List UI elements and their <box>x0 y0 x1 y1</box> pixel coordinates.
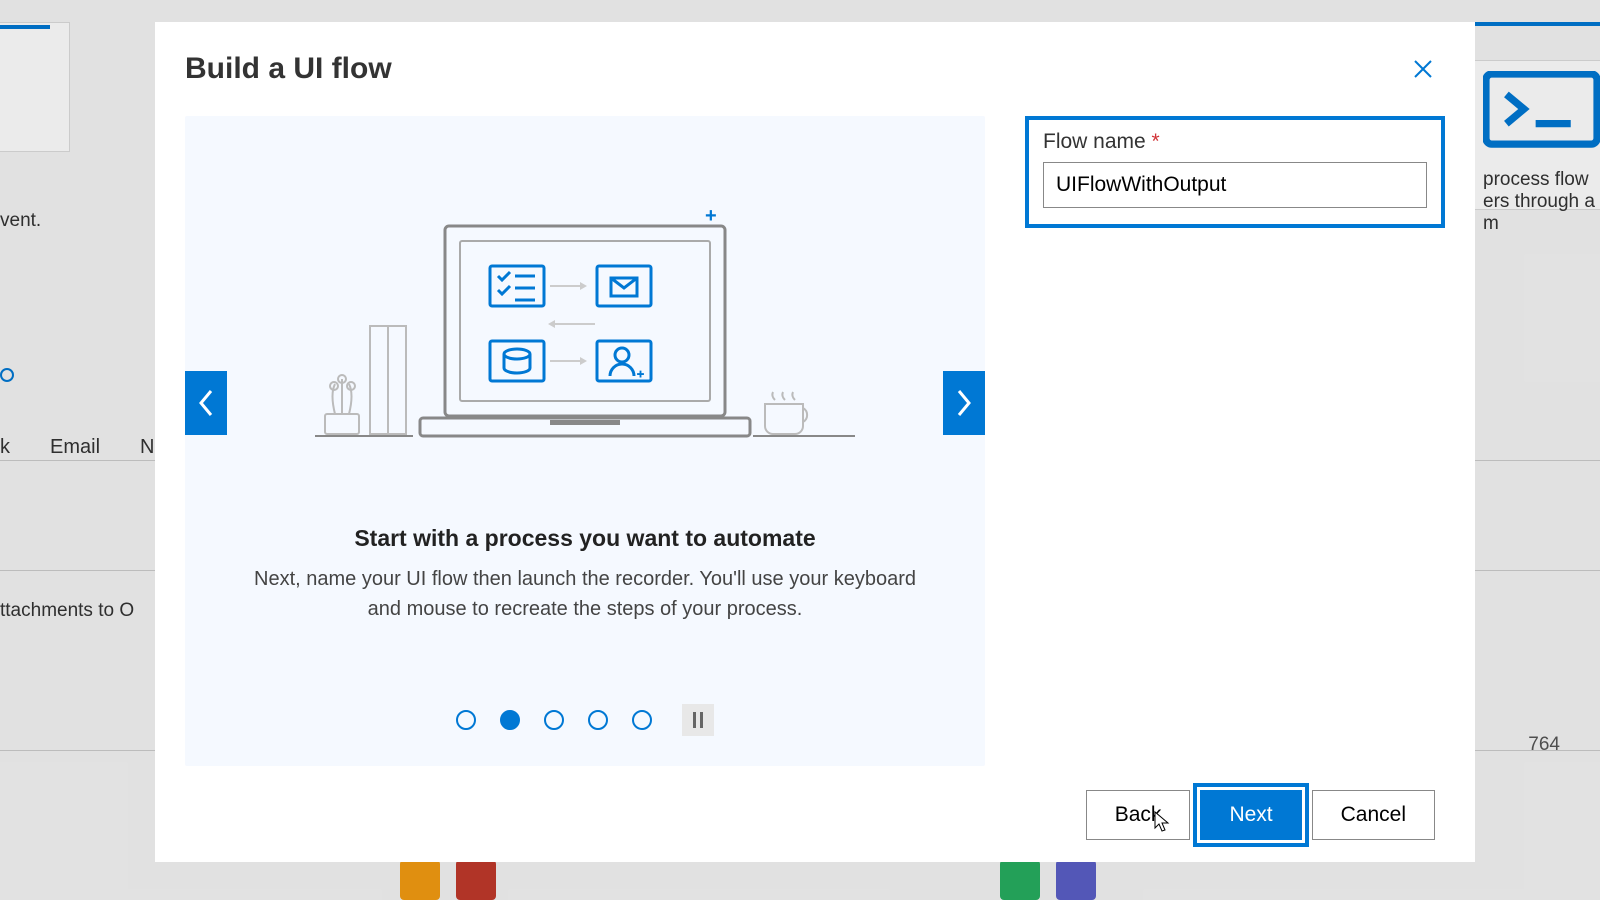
chevron-left-icon <box>197 389 215 417</box>
carousel-next-button[interactable] <box>943 371 985 435</box>
next-button[interactable]: Next <box>1200 790 1301 840</box>
chevron-right-icon <box>955 389 973 417</box>
carousel-dot-1[interactable] <box>456 710 476 730</box>
back-button[interactable]: Back <box>1086 790 1191 840</box>
laptop-illustration-icon: + <box>315 196 855 456</box>
flow-name-label: Flow name * <box>1043 130 1427 154</box>
flow-name-input[interactable] <box>1043 162 1427 208</box>
carousel: + <box>185 116 985 766</box>
build-ui-flow-modal: Build a UI flow <box>155 22 1475 862</box>
close-icon <box>1411 57 1435 81</box>
carousel-dot-5[interactable] <box>632 710 652 730</box>
carousel-subtext: Next, name your UI flow then launch the … <box>245 564 925 624</box>
flow-name-field-group: Flow name * <box>1025 116 1445 228</box>
cancel-button[interactable]: Cancel <box>1312 790 1435 840</box>
svg-text:+: + <box>705 205 717 227</box>
carousel-illustration: + <box>185 136 985 515</box>
svg-text:+: + <box>637 367 644 381</box>
carousel-pause-button[interactable] <box>682 704 714 736</box>
carousel-prev-button[interactable] <box>185 371 227 435</box>
carousel-dot-3[interactable] <box>544 710 564 730</box>
form-panel: Flow name * <box>1025 116 1445 766</box>
cursor-icon <box>1153 810 1173 834</box>
carousel-dot-2[interactable] <box>500 710 520 730</box>
modal-header: Build a UI flow <box>155 22 1475 96</box>
carousel-text: Start with a process you want to automat… <box>185 515 985 654</box>
pause-icon <box>692 712 704 728</box>
required-mark: * <box>1152 130 1160 153</box>
close-button[interactable] <box>1411 57 1435 81</box>
carousel-dot-4[interactable] <box>588 710 608 730</box>
modal-footer: Back Next Cancel <box>155 776 1475 862</box>
carousel-indicators <box>185 704 985 736</box>
modal-body: + <box>155 96 1475 776</box>
carousel-heading: Start with a process you want to automat… <box>245 525 925 552</box>
modal-title: Build a UI flow <box>185 52 392 86</box>
